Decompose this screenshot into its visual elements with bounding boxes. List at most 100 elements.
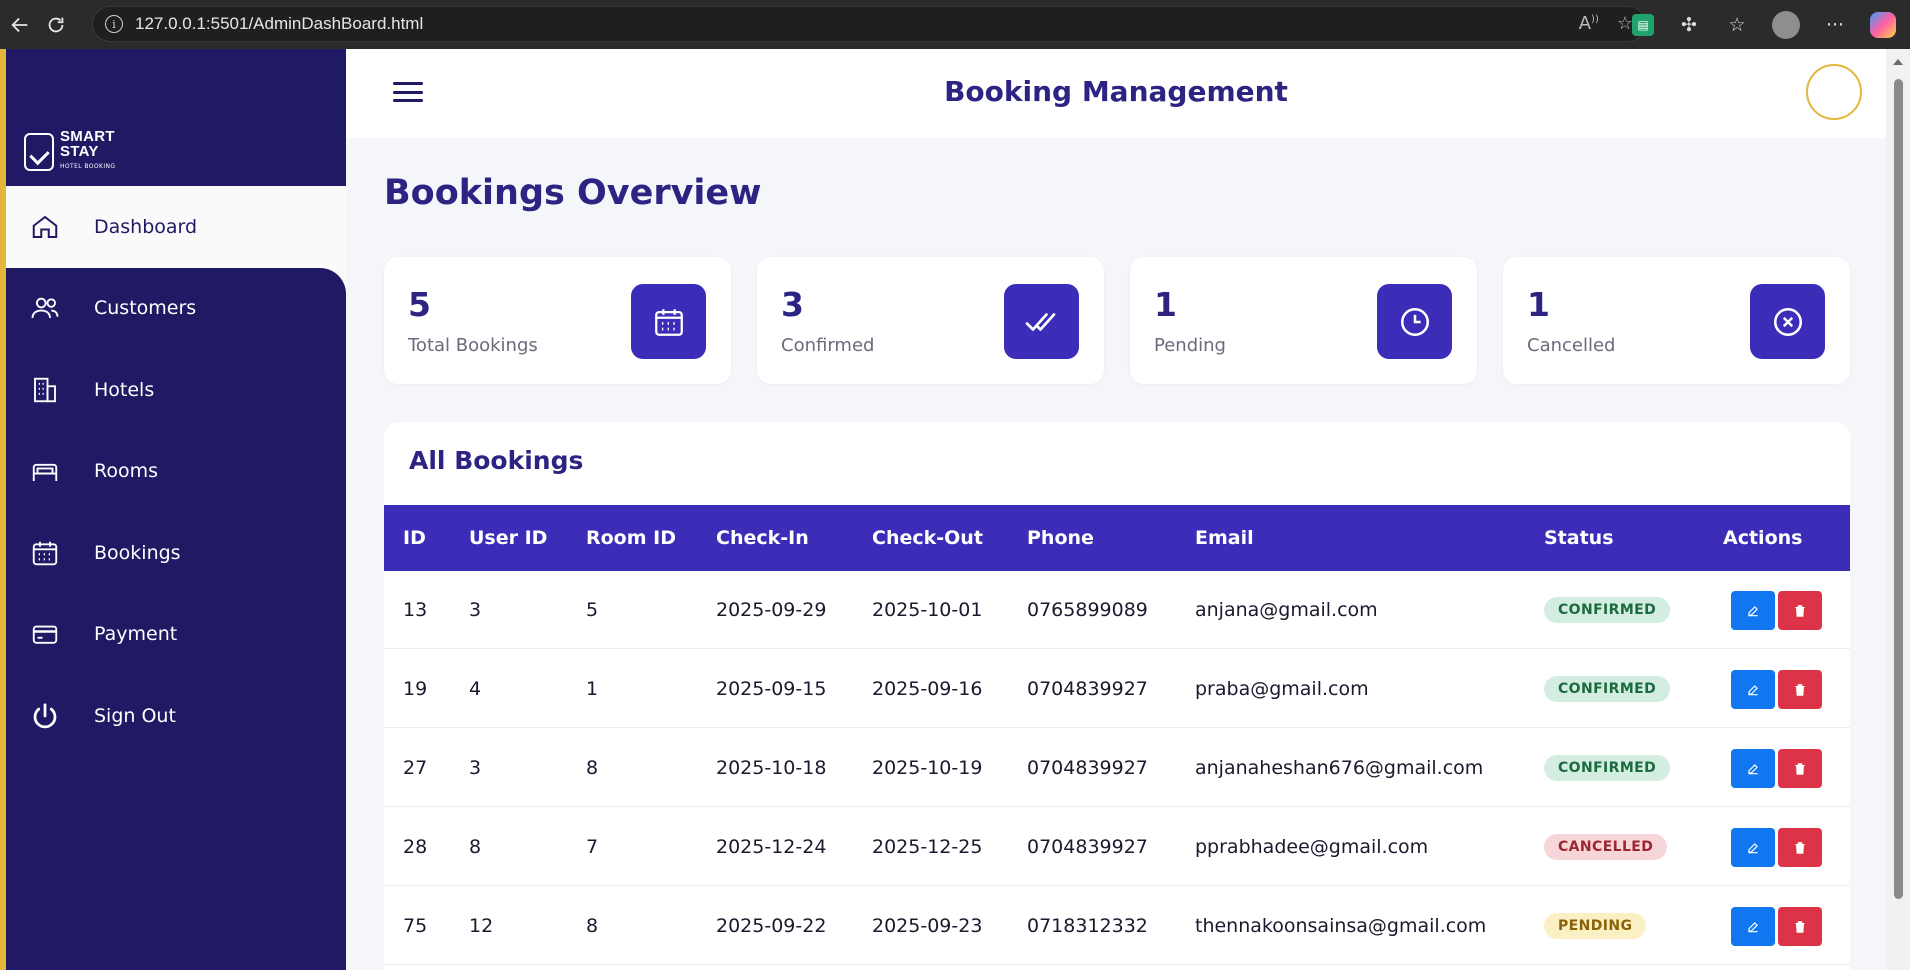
stat-label: Total Bookings [408, 335, 538, 356]
more-menu-icon[interactable]: ··· [1822, 12, 1848, 38]
x-circle-icon [1750, 284, 1825, 359]
cell-id: 75 [403, 915, 428, 937]
edit-icon [1748, 842, 1758, 853]
cell-email: pprabhadee@gmail.com [1195, 836, 1429, 858]
cell-phone: 0704839927 [1027, 757, 1148, 779]
sidebar-item-dashboard[interactable]: Dashboard [6, 186, 346, 268]
column-header-user-id: User ID [469, 527, 548, 549]
stat-card-total-bookings: 5 Total Bookings [384, 257, 731, 384]
profile-avatar-icon[interactable] [1772, 10, 1800, 39]
calendar-icon [28, 536, 62, 570]
cell-room-id: 5 [586, 599, 599, 621]
sidebar-item-hotels[interactable]: Hotels [6, 349, 346, 431]
trash-icon [1795, 762, 1805, 775]
smart-stay-logo[interactable]: SMART STAY HOTEL BOOKING [24, 129, 115, 174]
delete-button[interactable] [1778, 591, 1822, 630]
cell-status: CANCELLED [1544, 808, 1668, 886]
column-header-phone: Phone [1027, 527, 1094, 549]
cell-status: CONFIRMED [1544, 571, 1671, 649]
cell-check-in: 2025-09-15 [716, 678, 827, 700]
favorites-icon[interactable]: ☆ [1724, 12, 1750, 38]
sidebar-item-label: Sign Out [94, 704, 176, 727]
logo-line1: SMART [60, 128, 115, 145]
extensions-puzzle-icon[interactable]: ✣ [1676, 12, 1702, 38]
edit-button[interactable] [1731, 670, 1775, 709]
status-badge: CANCELLED [1544, 834, 1668, 860]
cell-id: 28 [403, 836, 428, 858]
sidebar-item-customers[interactable]: Customers [6, 267, 346, 349]
copilot-icon[interactable] [1870, 11, 1896, 38]
table-row: 75 12 8 2025-09-22 2025-09-23 0718312332… [384, 887, 1850, 965]
column-header-check-out: Check-Out [872, 527, 983, 549]
home-icon [28, 210, 62, 244]
edit-icon [1748, 605, 1758, 616]
column-header-status: Status [1544, 527, 1614, 549]
cell-phone: 0718312332 [1027, 915, 1148, 937]
sidebar-item-label: Rooms [94, 460, 159, 483]
stat-card-pending: 1 Pending [1130, 257, 1477, 384]
bookings-table-card: All Bookings ID User ID Room ID Check-In… [384, 422, 1850, 970]
sidebar: SMART STAY HOTEL BOOKING Dashboard Custo… [6, 49, 346, 970]
column-header-actions: Actions [1723, 527, 1803, 549]
trash-icon [1795, 841, 1805, 854]
sidebar-item-bookings[interactable]: Bookings [6, 512, 346, 594]
user-avatar[interactable] [1806, 64, 1862, 120]
favorite-star-icon[interactable]: ☆ [1617, 13, 1633, 34]
scroll-up-arrow-icon[interactable] [1893, 59, 1903, 65]
edit-button[interactable] [1731, 749, 1775, 788]
cell-id: 13 [403, 599, 428, 621]
bed-icon [28, 454, 62, 488]
sidebar-item-rooms[interactable]: Rooms [6, 431, 346, 513]
double-check-icon [1004, 284, 1079, 359]
cell-check-out: 2025-09-16 [872, 678, 983, 700]
cell-room-id: 1 [586, 678, 599, 700]
extension-green-icon[interactable]: ▤ [1632, 13, 1654, 36]
cell-check-in: 2025-10-18 [716, 757, 827, 779]
delete-button[interactable] [1778, 828, 1822, 867]
edit-button[interactable] [1731, 828, 1775, 867]
delete-button[interactable] [1778, 907, 1822, 946]
logo-line2: STAY [60, 143, 99, 160]
back-arrow-icon[interactable] [2, 7, 38, 43]
scrollbar-thumb[interactable] [1894, 79, 1903, 899]
building-icon [28, 373, 62, 407]
cell-check-out: 2025-10-19 [872, 757, 983, 779]
table-title: All Bookings [409, 446, 584, 475]
logo-mark-icon [24, 132, 54, 171]
url-text: 127.0.0.1:5501/AdminDashBoard.html [135, 14, 424, 33]
cell-email: anjanaheshan676@gmail.com [1195, 757, 1484, 779]
cell-phone: 0704839927 [1027, 836, 1148, 858]
edit-button[interactable] [1731, 907, 1775, 946]
stat-label: Pending [1154, 335, 1226, 356]
cell-check-out: 2025-10-01 [872, 599, 983, 621]
delete-button[interactable] [1778, 749, 1822, 788]
stat-value: 1 [1527, 285, 1550, 324]
cell-user-id: 8 [469, 836, 482, 858]
stat-card-confirmed: 3 Confirmed [757, 257, 1104, 384]
sidebar-item-sign-out[interactable]: Sign Out [6, 675, 346, 757]
sidebar-item-label: Bookings [94, 541, 181, 564]
address-bar[interactable]: i 127.0.0.1:5501/AdminDashBoard.html A))… [92, 6, 1646, 42]
cell-email: anjana@gmail.com [1195, 599, 1378, 621]
delete-button[interactable] [1778, 670, 1822, 709]
status-badge: CONFIRMED [1544, 597, 1671, 623]
credit-card-icon [28, 617, 62, 651]
status-badge: CONFIRMED [1544, 755, 1671, 781]
cell-user-id: 12 [469, 915, 494, 937]
edit-icon [1748, 763, 1758, 774]
sidebar-item-label: Hotels [94, 378, 155, 401]
cell-phone: 0765899089 [1027, 599, 1148, 621]
status-badge: PENDING [1544, 913, 1647, 939]
site-info-icon[interactable]: i [105, 15, 123, 33]
edit-button[interactable] [1731, 591, 1775, 630]
reload-icon[interactable] [38, 7, 74, 43]
sidebar-item-payment[interactable]: Payment [6, 594, 346, 676]
table-row: 13 3 5 2025-09-29 2025-10-01 0765899089 … [384, 571, 1850, 649]
read-aloud-icon[interactable]: A)) [1579, 13, 1599, 34]
cell-check-out: 2025-12-25 [872, 836, 983, 858]
cell-room-id: 7 [586, 836, 599, 858]
cell-check-in: 2025-09-22 [716, 915, 827, 937]
stat-card-cancelled: 1 Cancelled [1503, 257, 1850, 384]
trash-icon [1795, 683, 1805, 696]
page-scrollbar[interactable] [1886, 49, 1910, 970]
